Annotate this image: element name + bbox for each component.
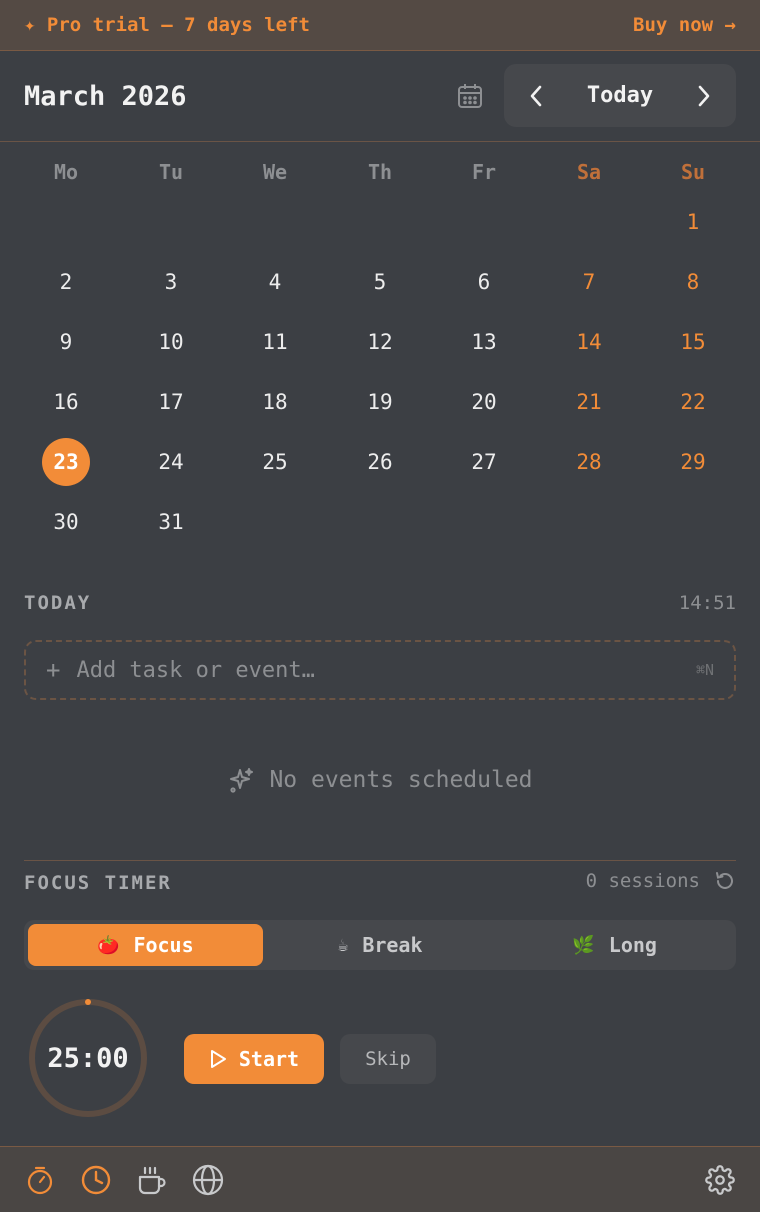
calendar-day[interactable]: 6 [459, 257, 509, 307]
weekday-header-tuesday: Tu [158, 160, 184, 184]
weekday-header-sunday: Su [680, 160, 706, 184]
tab-break-label: Break [362, 933, 423, 957]
calendar-day[interactable]: 3 [146, 257, 196, 307]
calendar-day[interactable]: 19 [355, 377, 405, 427]
sparkles-icon [230, 768, 254, 793]
tab-focus-label: Focus [133, 933, 194, 957]
sessions-counter: 0 sessions [586, 870, 736, 892]
weekday-header-thursday: Th [367, 160, 393, 184]
calendar-day[interactable]: 21 [564, 377, 614, 427]
plus-icon: + [46, 656, 61, 684]
tab-focus[interactable]: 🍅 Focus [28, 924, 263, 966]
weekday-header-friday: Fr [471, 160, 497, 184]
gear-icon[interactable] [704, 1164, 736, 1196]
calendar-day[interactable]: 17 [146, 377, 196, 427]
calendar-day[interactable]: 14 [564, 317, 614, 367]
coffee-icon[interactable] [136, 1164, 168, 1196]
chevron-right-icon [698, 85, 710, 106]
calendar-day[interactable]: 16 [41, 377, 91, 427]
calendar-day[interactable]: 7 [564, 257, 614, 307]
reset-icon[interactable] [714, 870, 736, 892]
calendar-day[interactable]: 9 [41, 317, 91, 367]
current-time: 14:51 [678, 592, 736, 614]
skip-button[interactable]: Skip [340, 1034, 436, 1084]
calendar-day[interactable]: 26 [355, 437, 405, 487]
tomato-icon: 🍅 [97, 934, 120, 956]
calendar-day[interactable]: 28 [564, 437, 614, 487]
tab-break[interactable]: ☕ Break [263, 924, 498, 966]
calendar-day[interactable]: 2 [41, 257, 91, 307]
calendar-day[interactable]: 18 [250, 377, 300, 427]
month-navigation: Today [504, 64, 736, 127]
calendar-day[interactable]: 5 [355, 257, 405, 307]
next-month-button[interactable] [688, 80, 720, 112]
month-title: March 2026 [24, 81, 187, 112]
play-icon [210, 1050, 226, 1068]
trial-banner: ✦ Pro trial — 7 days left Buy now → [0, 0, 760, 51]
calendar-day[interactable]: 4 [250, 257, 300, 307]
calendar-day[interactable]: 11 [250, 317, 300, 367]
calendar-day[interactable]: 8 [668, 257, 718, 307]
timer-display: 25:00 [47, 1042, 129, 1074]
clock-icon[interactable] [80, 1164, 112, 1196]
calendar-day[interactable]: 13 [459, 317, 509, 367]
calendar-day[interactable]: 25 [250, 437, 300, 487]
buy-now-link[interactable]: Buy now → [633, 14, 736, 36]
tab-long-label: Long [608, 933, 657, 957]
globe-icon[interactable] [192, 1164, 224, 1196]
empty-state-text: No events scheduled [269, 767, 533, 793]
herb-icon: 🌿 [572, 934, 595, 956]
section-divider [24, 860, 736, 861]
focus-timer-label: FOCUS TIMER [24, 872, 172, 894]
calendar-day[interactable]: 30 [41, 497, 91, 547]
calendar-day[interactable]: 29 [668, 437, 718, 487]
weekday-header-wednesday: We [262, 160, 288, 184]
calendar-day[interactable]: 1 [668, 197, 718, 247]
tab-long[interactable]: 🌿 Long [497, 924, 732, 966]
calendar-day[interactable]: 15 [668, 317, 718, 367]
calendar-header: March 2026 Today [0, 51, 760, 142]
calendar-day[interactable]: 20 [459, 377, 509, 427]
start-button[interactable]: Start [184, 1034, 324, 1084]
timer-mode-tabs: 🍅 Focus ☕ Break 🌿 Long [24, 920, 736, 970]
today-button[interactable]: Today [587, 83, 653, 108]
coffee-cup-icon: ☕ [337, 934, 349, 956]
calendar-day-today[interactable]: 23 [42, 438, 90, 486]
calendar-day[interactable]: 10 [146, 317, 196, 367]
start-label: Start [238, 1047, 300, 1071]
calendar-day[interactable]: 27 [459, 437, 509, 487]
chevron-left-icon [530, 85, 542, 106]
sessions-text: 0 sessions [585, 870, 700, 892]
add-task-input[interactable]: + Add task or event… ⌘N [24, 640, 736, 700]
calendar-day[interactable]: 22 [668, 377, 718, 427]
weekday-header-monday: Mo [53, 160, 79, 184]
timer-icon[interactable] [24, 1164, 56, 1196]
bottom-toolbar [0, 1146, 760, 1212]
trial-text: ✦ Pro trial — 7 days left [24, 14, 310, 36]
empty-state: No events scheduled [0, 760, 760, 800]
weekday-header-saturday: Sa [576, 160, 602, 184]
calendar-day[interactable]: 24 [146, 437, 196, 487]
add-task-placeholder: Add task or event… [76, 657, 315, 683]
prev-month-button[interactable] [520, 80, 552, 112]
calendar-day[interactable]: 31 [146, 497, 196, 547]
shortcut-hint: ⌘N [695, 661, 714, 679]
calendar-day[interactable]: 12 [355, 317, 405, 367]
today-section-label: TODAY [24, 592, 92, 614]
calendar-icon[interactable] [456, 82, 484, 110]
